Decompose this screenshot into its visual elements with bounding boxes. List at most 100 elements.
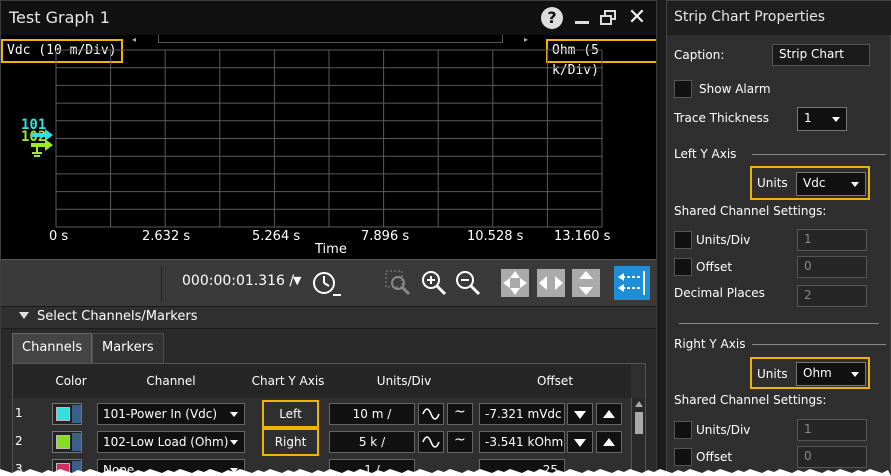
zoom-in-icon[interactable] xyxy=(419,268,449,298)
channel-select[interactable]: 102-Low Load (Ohm) xyxy=(97,431,245,453)
caption-input[interactable]: Strip Chart xyxy=(772,44,870,66)
auto-scale-button[interactable] xyxy=(418,431,444,453)
color-dropdown[interactable] xyxy=(72,433,81,451)
table-scrollbar[interactable] xyxy=(631,398,645,475)
units-div-input[interactable]: 10 m / xyxy=(329,403,415,425)
color-picker[interactable] xyxy=(52,403,82,425)
right-units-div-checkbox[interactable] xyxy=(674,421,692,439)
channel-value: 102-Low Load (Ohm) xyxy=(103,435,229,449)
right-y-axis-label: Right Y Axis xyxy=(674,337,746,351)
left-units-div-input[interactable]: 1 xyxy=(797,229,867,251)
fit-vertical-icon[interactable] xyxy=(571,268,601,298)
left-offset-input[interactable]: 0 xyxy=(797,256,867,278)
strip-chart-properties-panel: Strip Chart Properties Caption: Strip Ch… xyxy=(666,0,891,476)
left-units-div-label: Units/Div xyxy=(696,233,751,247)
strip-chart-plot[interactable]: ◂ ▸ Vdc (10 m/Div) Ohm (5 k/Div) 101 102… xyxy=(1,35,656,259)
grid-svg xyxy=(55,49,603,228)
divider xyxy=(679,323,879,324)
show-alarm-checkbox[interactable] xyxy=(674,80,692,98)
right-offset-checkbox[interactable] xyxy=(674,448,692,466)
color-swatch xyxy=(56,435,70,449)
x-tick-2: 5.264 s xyxy=(252,229,301,244)
scrollbar-thumb[interactable] xyxy=(635,412,643,434)
torn-edge xyxy=(0,469,891,476)
offset-up-button[interactable] xyxy=(596,403,622,425)
tilde-icon: ~ xyxy=(454,404,466,420)
units-div-input[interactable]: 5 k / xyxy=(329,431,415,453)
filter-button[interactable]: ~ xyxy=(447,403,473,425)
color-picker[interactable] xyxy=(52,431,82,453)
close-button[interactable]: ✕ xyxy=(626,7,648,29)
decimal-places-input[interactable]: 2 xyxy=(797,285,867,307)
channel-marker-arrows[interactable] xyxy=(27,129,57,159)
fit-horizontal-icon[interactable] xyxy=(536,268,566,298)
offset-up-button[interactable] xyxy=(596,431,622,453)
right-units-select[interactable]: Ohm xyxy=(796,362,866,386)
channel-header: Channel xyxy=(95,364,247,398)
filter-button[interactable]: ~ xyxy=(447,431,473,453)
fit-all-icon[interactable] xyxy=(500,268,530,298)
channel-value: 101-Power In (Vdc) xyxy=(103,407,218,421)
x-tick-4: 10.528 s xyxy=(467,229,524,244)
section-label: Select Channels/Markers xyxy=(37,309,198,324)
table-row[interactable]: 2 102-Low Load (Ohm) Right 5 k / ~ -3.54… xyxy=(13,428,631,456)
x-axis-label: Time xyxy=(315,242,347,257)
title-bar[interactable]: Test Graph 1 ? ✕ xyxy=(1,1,656,35)
minimize-button[interactable] xyxy=(571,7,593,29)
offset-input[interactable]: -3.541 kOhm xyxy=(479,431,565,453)
tab-markers[interactable]: Markers xyxy=(92,333,164,363)
auto-scale-button[interactable] xyxy=(418,403,444,425)
chart-y-axis-header: Chart Y Axis xyxy=(247,364,329,398)
strip-chart-window: Test Graph 1 ? ✕ ◂ ▸ Vdc (10 m/Div) Ohm … xyxy=(0,0,657,476)
offset-input[interactable]: -7.321 mVdc xyxy=(479,403,565,425)
right-units-div-input[interactable]: 1 xyxy=(797,419,867,441)
restore-button[interactable] xyxy=(598,7,620,29)
zoom-region-icon[interactable] xyxy=(383,268,413,298)
color-dropdown[interactable] xyxy=(72,405,81,423)
scroll-to-live-icon[interactable] xyxy=(614,266,650,300)
x-tick-5: 13.160 s xyxy=(554,229,611,244)
divider xyxy=(752,344,886,345)
caption-label: Caption: xyxy=(674,48,725,62)
clock-icon[interactable] xyxy=(311,268,341,298)
left-units-value: Vdc xyxy=(803,176,826,190)
zoom-out-icon[interactable] xyxy=(453,268,483,298)
row-index: 2 xyxy=(15,434,23,448)
left-y-axis-label: Left Y Axis xyxy=(674,147,737,161)
trace-thickness-label: Trace Thickness xyxy=(674,111,769,125)
x-tick-3: 7.896 s xyxy=(361,229,410,244)
show-alarm-label: Show Alarm xyxy=(699,82,771,96)
restore-icon-front xyxy=(600,15,612,25)
time-dropdown-icon[interactable]: ▼ xyxy=(293,274,301,287)
properties-title: Strip Chart Properties xyxy=(667,1,891,35)
table-row[interactable]: 1 101-Power In (Vdc) Left 10 m / ~ -7.32… xyxy=(13,400,631,428)
index-header xyxy=(13,364,47,398)
offset-down-button[interactable] xyxy=(567,431,593,453)
chart-y-axis-value[interactable]: Left xyxy=(262,400,319,428)
right-offset-input[interactable]: 0 xyxy=(797,446,867,468)
left-units-div-checkbox[interactable] xyxy=(674,231,692,249)
help-button[interactable]: ? xyxy=(541,7,563,29)
select-channels-markers-header[interactable]: Select Channels/Markers xyxy=(1,307,656,329)
scroll-up-icon[interactable] xyxy=(635,401,643,407)
collapse-triangle-icon xyxy=(19,312,29,319)
x-tick-0: 0 s xyxy=(49,229,69,244)
channel-select[interactable]: 101-Power In (Vdc) xyxy=(97,403,245,425)
time-cursor-value[interactable]: 000:00:01.316 / xyxy=(182,273,294,289)
toolbar-separator xyxy=(161,266,162,302)
window-title: Test Graph 1 xyxy=(9,8,110,27)
tilde-icon: ~ xyxy=(454,432,466,448)
offset-down-button[interactable] xyxy=(567,403,593,425)
color-swatch xyxy=(56,407,70,421)
left-offset-checkbox[interactable] xyxy=(674,258,692,276)
left-units-select[interactable]: Vdc xyxy=(796,172,866,196)
trace-thickness-select[interactable]: 1 xyxy=(797,107,847,131)
tab-channels[interactable]: Channels xyxy=(12,333,93,363)
x-tick-1: 2.632 s xyxy=(142,229,191,244)
sine-wave-icon xyxy=(422,408,440,420)
chart-y-axis-value[interactable]: Right xyxy=(262,428,319,456)
channel-tabs: Channels Markers xyxy=(1,331,656,363)
right-units-div-label: Units/Div xyxy=(696,423,751,437)
sine-wave-icon xyxy=(422,436,440,448)
divider xyxy=(752,154,886,155)
